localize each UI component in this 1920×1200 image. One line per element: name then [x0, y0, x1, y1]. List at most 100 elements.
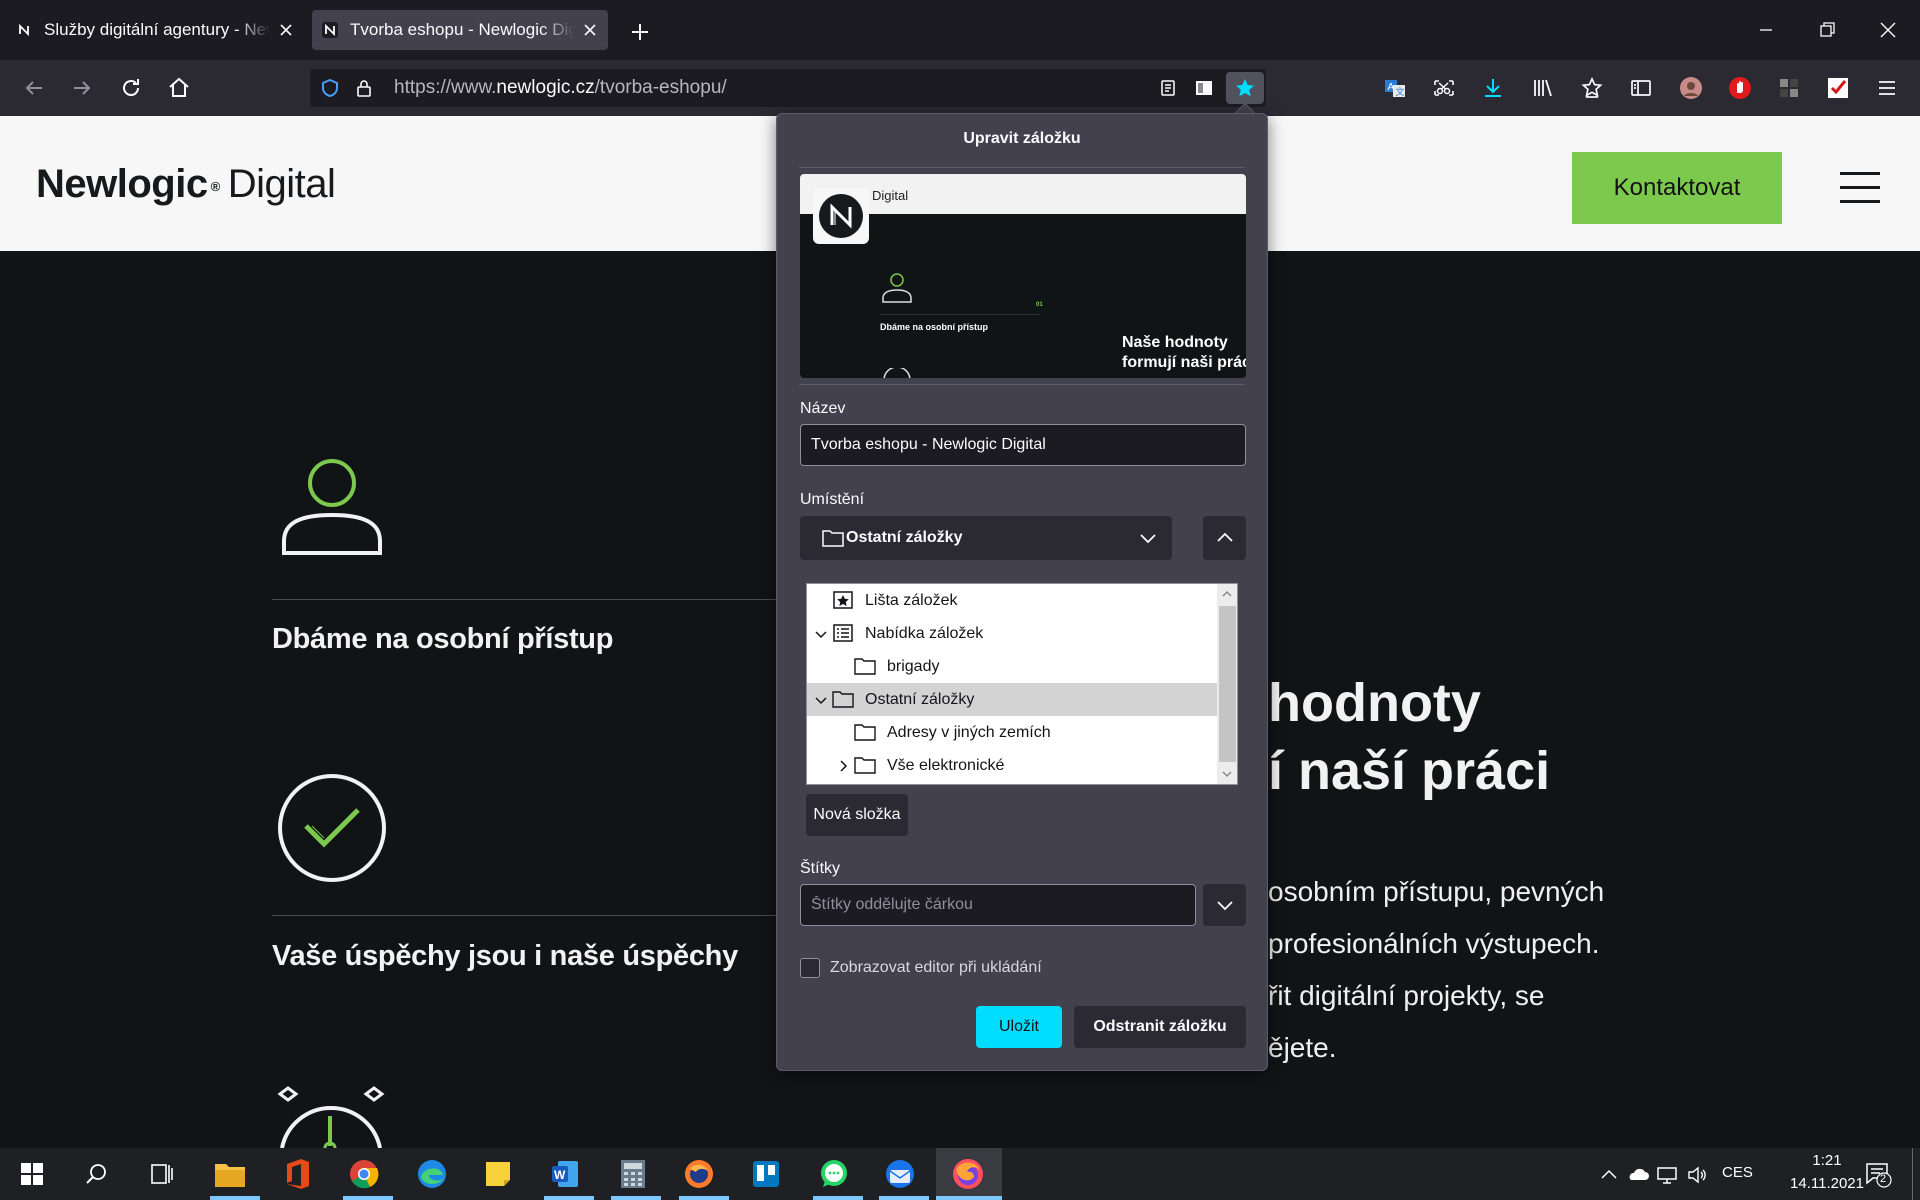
remove-bookmark-button[interactable]: Odstranit záložku — [1074, 1006, 1246, 1048]
bookmarks-menu-button[interactable] — [1579, 75, 1605, 101]
tree-item-vse-elektronicke[interactable]: Vše elektronické — [807, 749, 1217, 782]
show-desktop-button[interactable] — [1912, 1148, 1913, 1200]
taskbar-edge[interactable] — [414, 1156, 450, 1192]
url-text[interactable]: https://www.newlogic.cz/tvorba-eshopu/ — [394, 69, 727, 107]
checkmark-extension-icon — [1828, 78, 1848, 98]
onedrive-cloud-icon[interactable] — [1627, 1164, 1649, 1186]
scroll-down-icon[interactable] — [1221, 768, 1233, 780]
contact-button[interactable]: Kontaktovat — [1572, 152, 1782, 224]
dark-mode-extension-icon — [1780, 79, 1798, 97]
tree-item-brigady[interactable]: brigady — [807, 650, 1217, 683]
clock-time[interactable]: 1:21 — [1792, 1152, 1862, 1169]
screenshot-button[interactable] — [1431, 75, 1457, 101]
minimize-icon[interactable] — [1752, 16, 1780, 44]
task-view-button[interactable] — [144, 1156, 180, 1192]
bookmark-app-icon[interactable] — [1194, 78, 1214, 98]
scroll-up-icon[interactable] — [1221, 588, 1233, 600]
tree-item-adresy[interactable]: Adresy v jiných zemích — [807, 716, 1217, 749]
twisty-open-icon[interactable] — [813, 692, 829, 708]
twisty-open-icon[interactable] — [813, 626, 829, 642]
taskbar-firefox-dev[interactable] — [681, 1156, 717, 1192]
preview-feature-text: Dbáme na osobní přístup — [880, 322, 989, 332]
tree-item-bookmarks-toolbar[interactable]: Lišta záložek — [807, 584, 1217, 617]
check-circle-icon — [278, 774, 386, 882]
downloads-button[interactable] — [1480, 75, 1506, 101]
volume-icon[interactable] — [1686, 1164, 1708, 1186]
translate-icon: A文 — [1385, 80, 1405, 97]
tags-dropdown-button[interactable] — [1203, 884, 1246, 926]
input-language-indicator[interactable]: CES — [1722, 1164, 1753, 1181]
tracking-protection-shield-icon[interactable] — [320, 78, 340, 98]
tab-tvorba-eshopu[interactable]: Tvorba eshopu - Newlogic Digital — [312, 10, 608, 50]
taskbar-word[interactable]: W — [547, 1156, 583, 1192]
edit-bookmark-star-button[interactable] — [1226, 72, 1264, 104]
chevron-down-icon — [1216, 901, 1233, 911]
reload-button[interactable] — [117, 74, 145, 102]
start-button[interactable] — [14, 1156, 50, 1192]
preview-counter: 01 — [1036, 302, 1043, 308]
todoist-extension-button[interactable] — [1825, 75, 1851, 101]
forward-button[interactable] — [68, 74, 96, 102]
tree-item-bookmarks-menu[interactable]: Nabídka záložek — [807, 617, 1217, 650]
app-menu-button[interactable] — [1874, 75, 1900, 101]
url-prefix: https://www. — [394, 77, 497, 98]
taskbar-file-explorer[interactable] — [212, 1156, 248, 1192]
twisty-closed-icon[interactable] — [835, 758, 851, 774]
new-tab-icon[interactable] — [628, 20, 652, 44]
folder-tree[interactable]: Lišta záložek Nabídka záložek brigady Os… — [806, 583, 1238, 785]
stopwatch-icon — [277, 1086, 385, 1148]
new-folder-button[interactable]: Nová složka — [806, 794, 908, 836]
home-button[interactable] — [165, 74, 193, 102]
ublock-extension-button[interactable] — [1727, 75, 1753, 101]
account-button[interactable] — [1678, 75, 1704, 101]
taskbar-firefox[interactable] — [950, 1156, 986, 1192]
sidebar-button[interactable] — [1628, 75, 1654, 101]
tree-scrollbar[interactable] — [1217, 584, 1237, 784]
taskbar-whatsapp[interactable] — [816, 1156, 852, 1192]
values-heading-line2: í naší práci — [1268, 741, 1551, 801]
search-button[interactable] — [78, 1156, 114, 1192]
tags-input[interactable] — [800, 884, 1196, 926]
site-logo[interactable]: Newlogic ® Digital — [36, 162, 336, 207]
back-button[interactable] — [20, 74, 48, 102]
notification-center-button[interactable]: 2 — [1864, 1160, 1892, 1188]
folder-tree-toggle-button[interactable] — [1203, 516, 1246, 560]
network-icon[interactable] — [1656, 1164, 1678, 1186]
taskbar-trello[interactable] — [748, 1156, 784, 1192]
tree-item-label: Vše elektronické — [887, 756, 1005, 774]
folder-select-dropdown[interactable]: Ostatní záložky — [800, 516, 1172, 560]
taskbar-office[interactable] — [280, 1156, 316, 1192]
close-window-icon[interactable] — [1874, 16, 1902, 44]
close-tab-icon[interactable] — [582, 22, 598, 38]
restore-icon[interactable] — [1813, 16, 1841, 44]
preview-partial-icon — [883, 368, 911, 378]
taskbar-sticky-notes[interactable] — [480, 1156, 516, 1192]
notification-icon — [1866, 1163, 1892, 1188]
taskbar-calculator[interactable] — [615, 1156, 651, 1192]
show-editor-label[interactable]: Zobrazovat editor při ukládání — [830, 959, 1042, 977]
reader-view-icon[interactable] — [1158, 78, 1178, 98]
save-button[interactable]: Uložit — [976, 1006, 1062, 1048]
close-tab-icon[interactable] — [278, 22, 294, 38]
lock-icon[interactable] — [354, 78, 374, 98]
bookmark-name-input[interactable] — [800, 424, 1246, 466]
url-host: newlogic.cz — [496, 77, 595, 98]
preview-logo-text: Digital — [872, 188, 909, 203]
person-icon — [282, 459, 382, 555]
page-preview-thumbnail: Digital Dbáme na osobní přístup 01 Naše … — [800, 174, 1246, 378]
taskbar-thunderbird[interactable] — [882, 1156, 918, 1192]
library-button[interactable] — [1530, 75, 1556, 101]
site-menu-icon[interactable] — [1840, 172, 1880, 203]
office-icon — [287, 1159, 309, 1189]
scrollbar-thumb[interactable] — [1219, 606, 1236, 762]
translate-button[interactable]: A文 — [1382, 75, 1408, 101]
running-indicator — [611, 1196, 661, 1200]
tree-item-label: Nabídka záložek — [865, 624, 984, 642]
show-editor-checkbox[interactable] — [800, 958, 820, 978]
tab-sluzby[interactable]: Služby digitální agentury - Newlogic Dig… — [6, 10, 304, 50]
show-hidden-icons-icon[interactable] — [1598, 1164, 1620, 1186]
tree-item-ostatni-zalozky[interactable]: Ostatní záložky — [807, 683, 1217, 716]
url-bar[interactable]: https://www.newlogic.cz/tvorba-eshopu/ — [310, 69, 1266, 107]
taskbar-chrome[interactable] — [346, 1156, 382, 1192]
extension-puzzle-button[interactable] — [1776, 75, 1802, 101]
